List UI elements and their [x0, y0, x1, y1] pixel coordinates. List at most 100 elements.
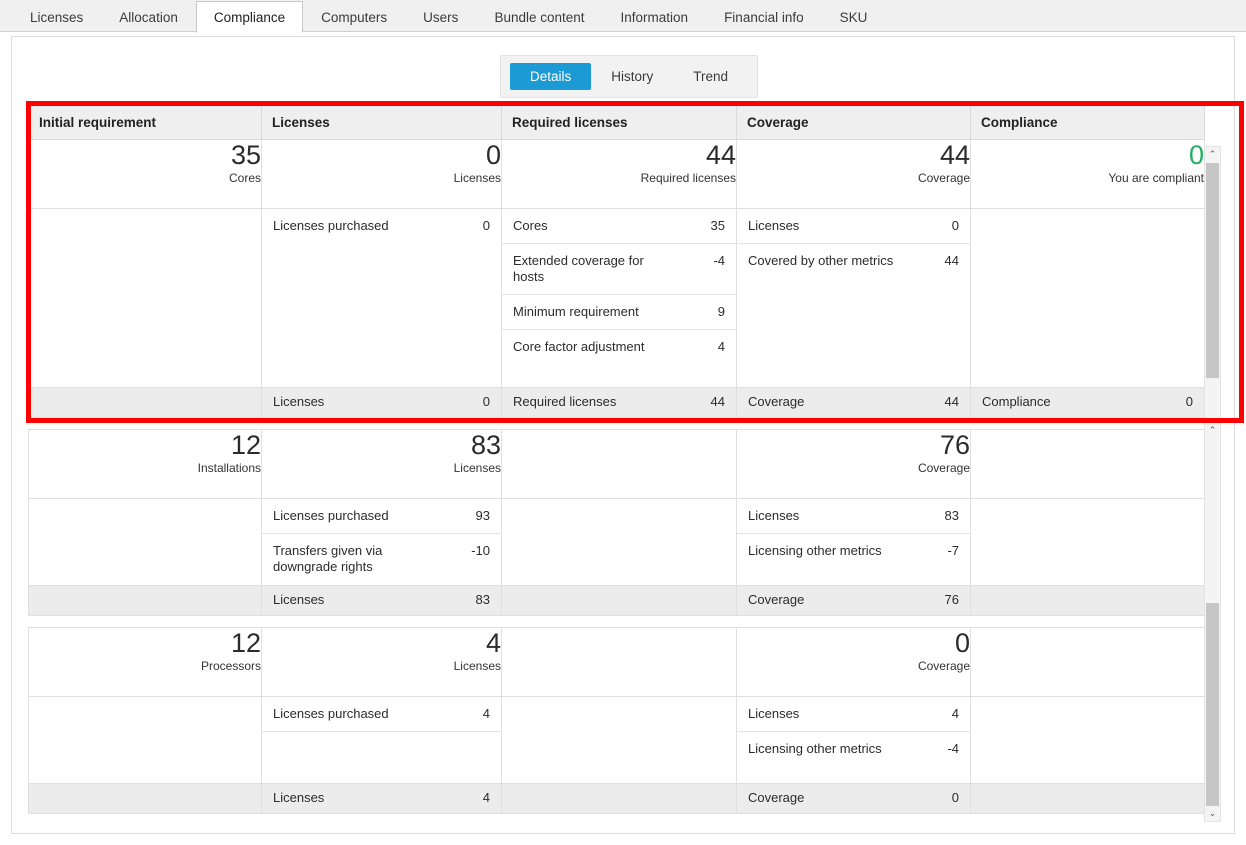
summary-value: 76 [939, 430, 970, 460]
compliance-tables: Initial requirement Licenses Required li… [28, 105, 1220, 814]
subtab-history[interactable]: History [591, 63, 673, 90]
scrollbar-thumb[interactable] [1206, 603, 1219, 806]
detail-value: 4 [717, 339, 725, 354]
total-cell-licenses: Licenses 4 [261, 783, 502, 814]
detail-value: 0 [951, 218, 959, 233]
installations-block: 12 Installations 83 Licenses 76 Coverage [28, 429, 1220, 616]
total-cell-licenses: Licenses 0 [261, 387, 502, 418]
detail-value: 83 [944, 508, 959, 523]
total-cell-initial-requirement [28, 387, 262, 418]
scrollbar-lower-blocks[interactable]: ⌃ ⌄ [1204, 422, 1221, 822]
tab-licenses[interactable]: Licenses [12, 1, 101, 32]
summary-cell-initial-requirement: 12 Processors [28, 627, 262, 697]
column-header-coverage[interactable]: Coverage [736, 105, 971, 140]
detail-label: Licensing other metrics [748, 741, 882, 756]
summary-cell-coverage: 44 Coverage [736, 139, 971, 209]
detail-cell-licenses: Licenses purchased 4 [261, 696, 502, 784]
totals-row: Licenses 4 Coverage 0 [28, 783, 1205, 814]
summary-value: 44 [705, 140, 736, 170]
subtab-details[interactable]: Details [510, 63, 592, 90]
detail-label: Covered by other metrics [748, 253, 894, 268]
summary-cell-required-licenses: 44 Required licenses [501, 139, 737, 209]
scroll-down-arrow-icon[interactable]: ⌄ [1205, 806, 1220, 821]
total-line: Coverage 76 [737, 586, 970, 613]
total-cell-coverage: Coverage 0 [736, 783, 971, 814]
summary-value: 35 [230, 140, 261, 170]
total-cell-compliance: Compliance 0 [970, 387, 1205, 418]
total-line: Coverage 0 [737, 784, 970, 811]
summary-cell-required-licenses [501, 429, 737, 499]
tab-allocation[interactable]: Allocation [101, 1, 196, 32]
detail-line: Covered by other metrics 44 [737, 244, 970, 284]
column-header-compliance[interactable]: Compliance [970, 105, 1205, 140]
detail-row: Licenses purchased 4 Licenses 4 Licensin… [28, 696, 1205, 784]
total-cell-initial-requirement [28, 783, 262, 814]
detail-line: Licenses purchased 4 [262, 697, 501, 732]
tab-information[interactable]: Information [603, 1, 707, 32]
summary-cell-required-licenses [501, 627, 737, 697]
total-label: Coverage [748, 394, 805, 409]
detail-label: Licenses [748, 706, 800, 721]
total-line: Required licenses 44 [502, 388, 736, 415]
tab-computers[interactable]: Computers [303, 1, 405, 32]
tab-compliance[interactable]: Compliance [195, 1, 304, 33]
summary-label: Cores [228, 171, 261, 185]
detail-label: Licenses purchased [273, 508, 389, 523]
summary-cell-compliance [970, 627, 1205, 697]
summary-label: Licenses [453, 171, 501, 185]
main-tab-strip: Licenses Allocation Compliance Computers… [0, 0, 1246, 33]
detail-label: Minimum requirement [513, 304, 639, 319]
detail-cell-compliance [970, 208, 1205, 388]
summary-label-compliance: You are compliant [1108, 171, 1204, 185]
column-header-required-licenses[interactable]: Required licenses [501, 105, 737, 140]
tab-financial-info[interactable]: Financial info [706, 1, 822, 32]
tab-bundle-content[interactable]: Bundle content [476, 1, 602, 32]
detail-line: Extended coverage for hosts -4 [502, 244, 736, 295]
scroll-up-arrow-icon[interactable]: ⌃ [1205, 423, 1220, 438]
summary-label: Licenses [453, 659, 501, 673]
tab-users[interactable]: Users [405, 1, 476, 32]
tab-sku[interactable]: SKU [822, 1, 886, 32]
main-tab-list: Licenses Allocation Compliance Computers… [0, 0, 1246, 33]
summary-cell-licenses: 0 Licenses [261, 139, 502, 209]
detail-label: Cores [513, 218, 548, 233]
detail-cell-required-licenses [501, 696, 737, 784]
summary-cell-coverage: 0 Coverage [736, 627, 971, 697]
scroll-up-arrow-icon[interactable]: ⌃ [1205, 147, 1220, 162]
detail-line: Cores 35 [502, 209, 736, 244]
scrollbar-cores-block[interactable]: ⌃ [1204, 146, 1221, 421]
detail-value: -4 [713, 253, 725, 268]
total-label: Licenses [273, 592, 325, 607]
detail-line: Licenses 83 [737, 499, 970, 534]
total-label: Licenses [273, 790, 325, 805]
subtab-trend[interactable]: Trend [673, 63, 748, 90]
total-value: 0 [951, 790, 959, 805]
summary-row: 12 Processors 4 Licenses 0 Coverage [28, 627, 1205, 697]
column-header-initial-requirement[interactable]: Initial requirement [28, 105, 262, 140]
total-cell-coverage: Coverage 76 [736, 585, 971, 616]
detail-line [262, 732, 501, 772]
total-line: Licenses 0 [262, 388, 501, 415]
detail-line: Licenses 4 [737, 697, 970, 732]
detail-cell-initial-requirement [28, 696, 262, 784]
scrollbar-thumb[interactable] [1206, 163, 1219, 378]
detail-label: Licenses [748, 508, 800, 523]
total-label: Coverage [748, 790, 805, 805]
detail-cell-coverage: Licenses 83 Licensing other metrics -7 [736, 498, 971, 586]
detail-value: 9 [717, 304, 725, 319]
detail-line: Licensing other metrics -4 [737, 732, 970, 772]
detail-value: -4 [947, 741, 959, 756]
summary-label: Licenses [453, 461, 501, 475]
column-header-licenses[interactable]: Licenses [261, 105, 502, 140]
table-header-row: Initial requirement Licenses Required li… [28, 105, 1205, 140]
total-cell-initial-requirement [28, 585, 262, 616]
detail-line: Licensing other metrics -7 [737, 534, 970, 574]
summary-value: 44 [939, 140, 970, 170]
total-cell-coverage: Coverage 44 [736, 387, 971, 418]
cores-block: Initial requirement Licenses Required li… [28, 105, 1220, 418]
summary-value: 12 [230, 628, 261, 658]
summary-cell-compliance [970, 429, 1205, 499]
totals-row: Licenses 83 Coverage 76 [28, 585, 1205, 616]
detail-value: 44 [944, 253, 959, 268]
processors-table: 12 Processors 4 Licenses 0 Coverage Lice… [28, 627, 1205, 814]
